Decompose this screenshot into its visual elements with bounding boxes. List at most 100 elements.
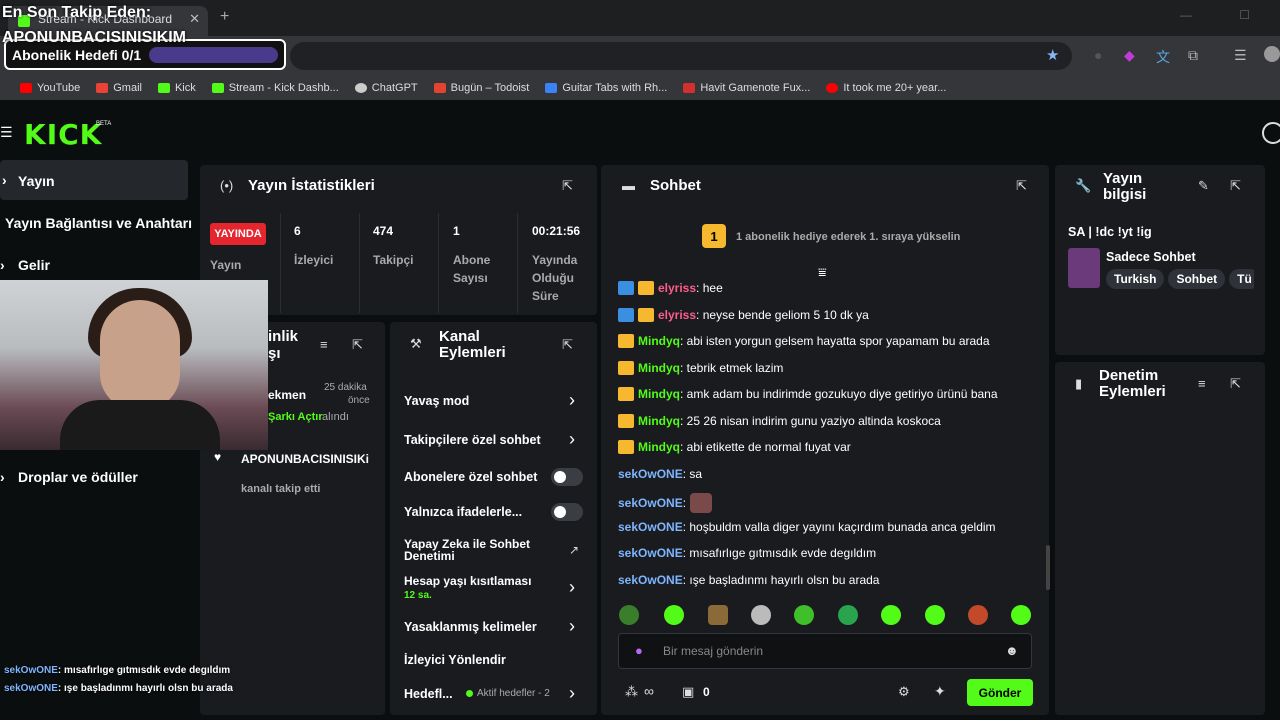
sidebar-item-stream-key[interactable]: Yayın Bağlantısı ve Anahtarı [0,215,192,231]
chat-scrollbar[interactable] [1046,545,1050,590]
bookmark-kick[interactable]: Kick [157,82,196,94]
chat-username[interactable]: Mindyq [638,387,680,401]
divider [438,213,439,313]
kick-icon [157,83,170,93]
emote[interactable] [708,605,728,625]
chat-username[interactable]: Mindyq [638,334,680,348]
event-user: ekmen [268,388,307,402]
popout-icon[interactable]: ⇱ [1016,178,1027,194]
account-age-action[interactable]: Hesap yaşı kısıtlaması [404,574,531,588]
popout-icon[interactable]: ⇱ [562,178,573,194]
chat-username[interactable]: sekOwONE [618,467,683,481]
chat-username[interactable]: sekOwONE [618,520,683,534]
close-tab-icon[interactable]: ✕ [189,11,200,27]
pinned-toggle-icon[interactable]: ⩸ [818,264,827,281]
bookmark-todoist[interactable]: Bugün – Todoist [433,82,529,94]
emotes-only-toggle[interactable] [551,503,583,521]
chat-username[interactable]: Mindyq [638,414,680,428]
popout-icon[interactable]: ⇱ [352,337,363,353]
window-controls[interactable]: — ☐ [1180,8,1272,22]
settings-gear-icon[interactable]: ⚙ [898,684,910,700]
popout-icon[interactable]: ⇱ [1230,178,1241,194]
activity-title: şı [268,345,281,362]
points-symbol: ∞ [644,683,654,699]
bookmark-star-icon[interactable]: ★ [1046,46,1059,64]
event-time: önce [348,395,370,406]
kick-logo[interactable]: KICK [24,118,102,151]
gift-leaderboard-text[interactable]: 1 abonelik hediye ederek 1. sıraya yükse… [736,231,960,243]
raid-action[interactable]: İzleyici Yönlendir [404,653,506,667]
live-label: Yayın [210,258,242,272]
tag: Turkish [1106,269,1165,289]
chat-text: : tebrik etmek lazim [680,361,784,375]
chevron-right-icon[interactable]: › [569,390,575,411]
subscribers-only-toggle[interactable] [551,468,583,486]
microphone-icon[interactable]: ● [635,643,643,658]
popout-icon[interactable]: ⇱ [1230,376,1241,392]
chevron-right-icon[interactable]: › [569,683,575,704]
emote[interactable] [925,605,945,625]
ai-moderation-action[interactable]: Denetimi [404,549,455,563]
new-tab-button[interactable]: + [220,8,229,26]
emote[interactable] [838,605,858,625]
bookmark-havit[interactable]: Havit Gamenote Fux... [683,82,810,94]
bookmark-guitar-tabs[interactable]: Guitar Tabs with Rh... [545,82,667,94]
sidebar-item-yayin[interactable]: › Yayın [0,160,188,200]
chat-text: : [682,496,687,510]
edit-pencil-icon[interactable]: ✎ [1198,178,1209,194]
emote[interactable] [968,605,988,625]
menu-icon[interactable]: ☰ [0,124,13,141]
slow-mode-action[interactable]: Yavaş mod [404,394,469,408]
chatbot-icon[interactable]: ✦ [934,683,946,700]
bookmark-chatgpt[interactable]: ChatGPT [354,82,418,94]
bookmark-youtube[interactable]: YouTube [20,82,80,94]
emote[interactable] [619,605,639,625]
points-icon[interactable]: ⁂ [625,684,638,700]
duration-label: Olduğu [532,271,574,285]
chat-text: : mısafırlıge gıtmısdık evde degıldım [682,546,877,560]
chat-username[interactable]: elyriss [658,308,696,322]
gift-icon[interactable]: ▣ [682,684,694,700]
sidebar-item-gelir[interactable]: › Gelir [0,257,50,273]
event-suffix: alındı [322,411,349,423]
send-button[interactable]: Gönder [967,679,1033,706]
followers-only-action[interactable]: Takipçilere özel sohbet [404,433,541,447]
chevron-right-icon[interactable]: › [569,429,575,450]
moderator-badge-icon [618,281,634,295]
emote[interactable] [881,605,901,625]
bookmark-kick-dashboard[interactable]: Stream - Kick Dashb... [211,82,339,94]
chat-input[interactable]: ● Bir mesaj gönderin ☻ [618,633,1032,669]
chat-username[interactable]: sekOwONE [618,573,683,587]
chat-username[interactable]: sekOwONE [618,496,683,510]
emote[interactable] [664,605,684,625]
chat-username[interactable]: sekOwONE [618,546,683,560]
emote[interactable] [1011,605,1031,625]
chevron-right-icon[interactable]: › [569,616,575,637]
chevron-right-icon[interactable]: › [569,577,575,598]
translate-extension-icon[interactable]: 文 [1156,47,1170,67]
chat-text: : amk adam bu indirimde gozukuyo diye ge… [680,387,998,401]
emoji-icon[interactable]: ☻ [1005,643,1019,658]
reading-list-icon[interactable]: ☰ [1234,47,1247,64]
extension-icon[interactable]: ● [1094,47,1102,63]
filter-icon[interactable]: ≡ [320,337,328,352]
profile-avatar[interactable] [1264,46,1280,62]
user-avatar[interactable] [1262,122,1280,144]
external-link-icon[interactable]: ↗ [569,543,579,557]
emote[interactable] [751,605,771,625]
chat-username[interactable]: elyriss [658,281,696,295]
popout-icon[interactable]: ⇱ [562,337,573,353]
extensions-puzzle-icon[interactable]: ⧉ [1188,47,1198,64]
extension-icon[interactable]: ◆ [1124,47,1135,64]
bookmark-youtube-video[interactable]: It took me 20+ year... [826,82,946,94]
chat-username[interactable]: Mindyq [638,440,680,454]
filter-icon[interactable]: ≡ [1198,376,1206,391]
bookmark-gmail[interactable]: Gmail [96,82,142,94]
emote[interactable] [794,605,814,625]
address-bar[interactable] [290,42,1072,70]
crown-badge-icon [638,308,654,322]
goals-action[interactable]: Hedefl... [404,687,453,701]
sidebar-item-drops[interactable]: › Droplar ve ödüller [0,469,138,485]
banned-words-action[interactable]: Yasaklanmış kelimeler [404,620,537,634]
chat-username[interactable]: Mindyq [638,361,680,375]
